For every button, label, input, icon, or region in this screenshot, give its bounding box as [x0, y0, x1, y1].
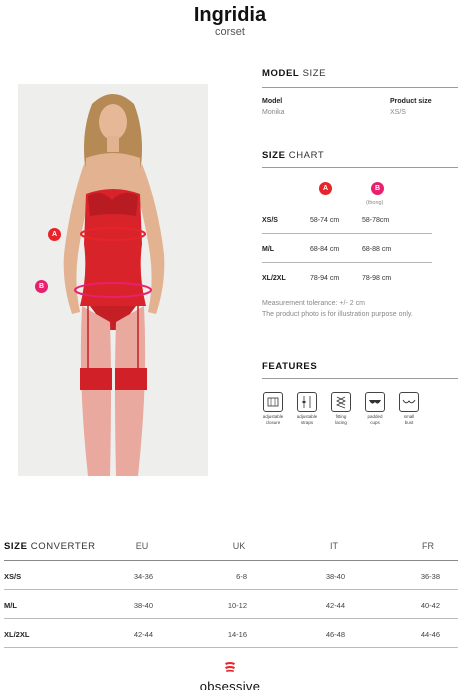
feature-fitting-lacing: fitting lacing [325, 392, 357, 425]
illustration-note: The product photo is for illustration pu… [262, 311, 413, 318]
feature-label-line: padded [367, 414, 383, 419]
size-converter-heading-bold: SIZE [4, 541, 28, 552]
chart-row-a: 78-94 cm [310, 275, 340, 282]
size-converter-heading-light: CONVERTER [30, 541, 96, 552]
chart-row-a: 58-74 cm [310, 217, 340, 224]
converter-cell: 38-40 [133, 601, 153, 610]
thong-note: (thong) [366, 200, 384, 206]
divider [4, 560, 458, 561]
feature-padded-cups: padded cups [359, 392, 391, 425]
divider [262, 378, 458, 379]
brand-mark-icon [225, 662, 235, 672]
brand-name: obsessive [199, 679, 261, 690]
converter-col-eu: EU [135, 541, 149, 551]
feature-small-bust: small bust [393, 392, 425, 425]
converter-cell: 42-44 [325, 601, 345, 610]
converter-row-size: M/L [4, 601, 17, 610]
feature-label-line: lacing [335, 419, 347, 425]
converter-cell: 44-46 [420, 630, 440, 639]
model-label: Model [262, 98, 283, 105]
tolerance-note: Measurement tolerance: +/- 2 cm [262, 300, 365, 307]
feature-label-line: closure [265, 419, 281, 425]
feature-label-line: small [403, 414, 415, 419]
product-photo [18, 84, 208, 476]
brand-logo: obsessive [0, 660, 460, 690]
product-size-value: XS/S [390, 109, 406, 116]
converter-cell: 42-44 [133, 630, 153, 639]
converter-row-size: XL/2XL [4, 630, 30, 639]
divider [262, 87, 458, 88]
chart-row-b: 68-88 cm [362, 246, 392, 253]
row-divider [4, 647, 458, 648]
model-value: Monika [262, 109, 285, 116]
chart-marker-a: A [319, 182, 332, 195]
marker-a: A [48, 228, 61, 241]
row-divider [4, 618, 458, 619]
chart-row-b: 78-98 cm [362, 275, 392, 282]
feature-adjustable-straps: adjustable straps [291, 392, 323, 425]
chart-row-size: M/L [262, 246, 275, 253]
product-type: corset [215, 26, 245, 38]
chart-row-a: 68-84 cm [310, 246, 340, 253]
product-name: Ingridia [193, 4, 267, 26]
converter-cell: 36-38 [420, 572, 440, 581]
converter-cell: 34-36 [133, 572, 153, 581]
adjustable-closure-icon [263, 392, 283, 412]
marker-b: B [35, 280, 48, 293]
chart-row-size: XS/S [262, 217, 278, 224]
features-heading: FEATURES [262, 361, 317, 372]
features-heading-text: FEATURES [262, 361, 318, 372]
converter-col-uk: UK [232, 541, 246, 551]
converter-cell: 46-48 [325, 630, 345, 639]
feature-label-line: bust [404, 419, 414, 425]
fitting-lacing-icon [331, 392, 351, 412]
converter-cell: 10-12 [227, 601, 247, 610]
converter-cell: 6-8 [236, 572, 247, 581]
chart-marker-b: B [371, 182, 384, 195]
model-size-heading-light: SIZE [302, 68, 327, 79]
chart-row-size: XL/2XL [262, 275, 286, 282]
small-bust-icon [399, 392, 419, 412]
model-size-heading: MODEL SIZE [262, 68, 326, 79]
size-chart-heading-bold: SIZE [262, 150, 286, 161]
size-converter-heading: SIZE CONVERTER [4, 541, 96, 552]
feature-label-line: cups [370, 419, 380, 425]
padded-cups-icon [365, 392, 385, 412]
product-size-label: Product size [390, 98, 432, 105]
row-divider [4, 589, 458, 590]
converter-cell: 14-16 [227, 630, 247, 639]
adjustable-straps-icon [297, 392, 317, 412]
chart-row-b: 58-78cm [362, 217, 390, 224]
model-illustration [63, 94, 165, 476]
converter-col-fr: FR [422, 541, 434, 551]
feature-label-line: adjustable [262, 414, 284, 419]
row-divider [262, 262, 432, 263]
size-chart-heading: SIZE CHART [262, 150, 324, 161]
converter-row-size: XS/S [4, 572, 22, 581]
converter-cell: 40-42 [420, 601, 440, 610]
feature-label-line: straps [300, 419, 314, 425]
size-chart-heading-light: CHART [288, 150, 325, 161]
converter-col-it: IT [330, 541, 338, 551]
feature-adjustable-closure: adjustable closure [257, 392, 289, 425]
divider [262, 167, 458, 168]
feature-label-line: fitting [335, 414, 347, 419]
feature-label-line: adjustable [296, 414, 318, 419]
converter-cell: 38-40 [325, 572, 345, 581]
row-divider [262, 233, 432, 234]
model-size-heading-bold: MODEL [262, 68, 300, 79]
